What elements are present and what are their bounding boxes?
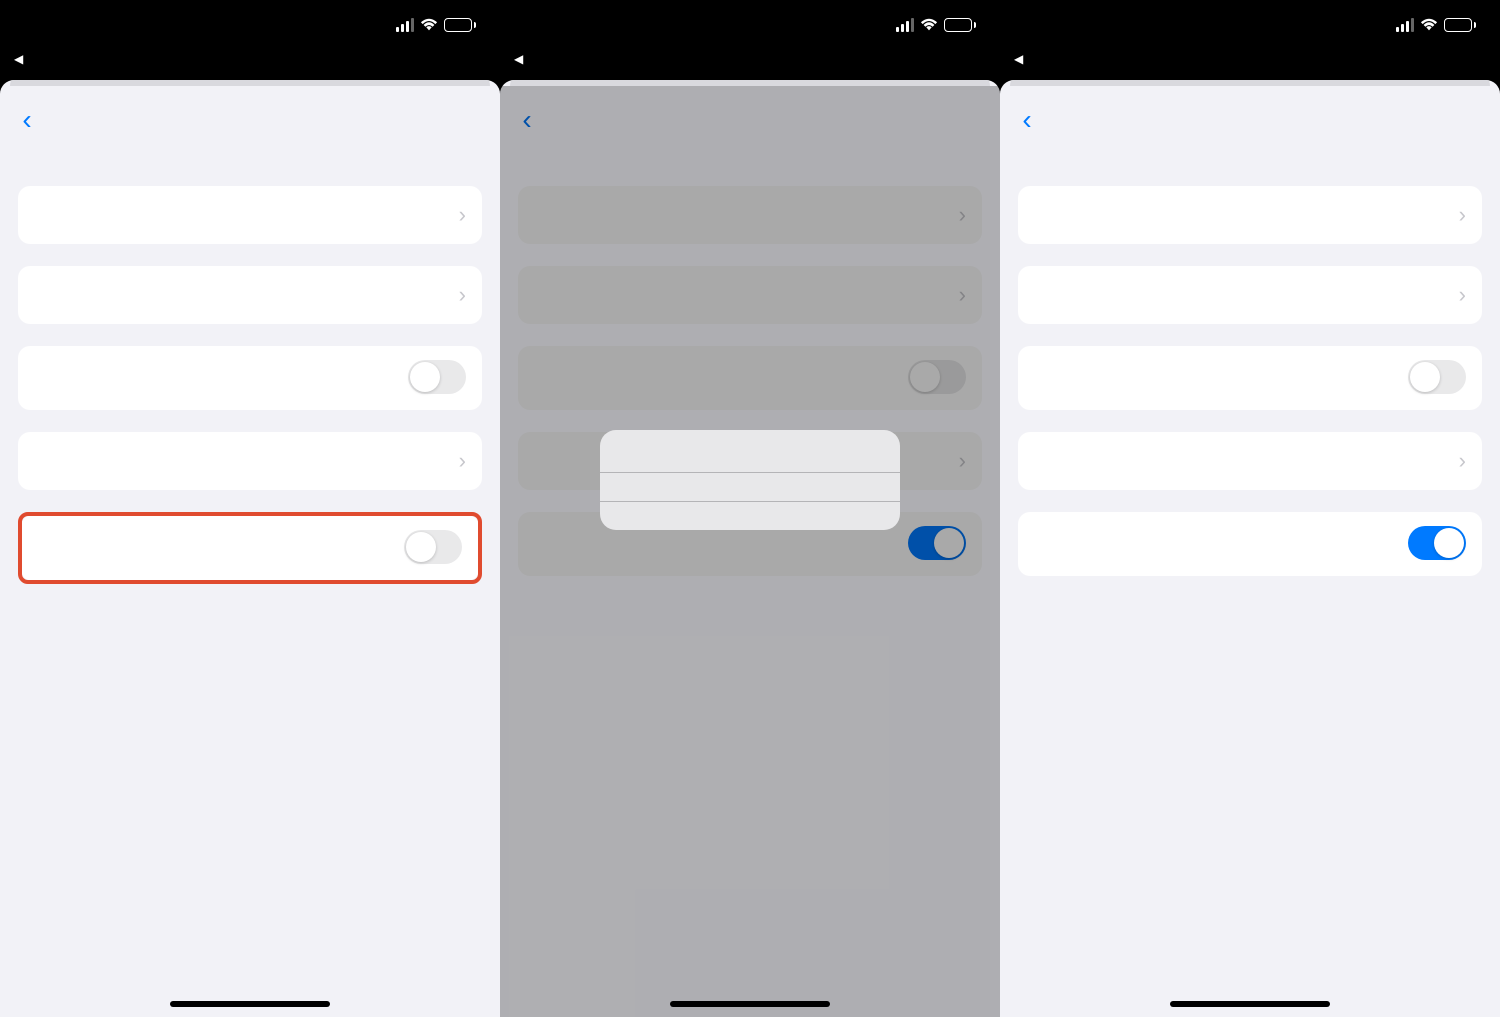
- nav-bar: ‹: [0, 86, 500, 146]
- footer-text: [18, 584, 482, 598]
- row-safe-browsing[interactable]: ›: [1018, 266, 1482, 324]
- group-safe-browsing: ›: [18, 266, 482, 324]
- row-lock-incognito[interactable]: [1018, 512, 1482, 576]
- nav-bar: ‹: [1000, 86, 1500, 146]
- settings-sheet: ‹ › ›: [0, 86, 500, 1017]
- battery-icon: [444, 18, 476, 32]
- https-toggle[interactable]: [408, 360, 466, 394]
- nav-back-button[interactable]: ‹: [1012, 104, 1042, 136]
- row-clear-history[interactable]: ›: [1018, 186, 1482, 244]
- alert-deny-button[interactable]: [600, 472, 900, 501]
- alert-ok-button[interactable]: [600, 501, 900, 530]
- status-bar: [1000, 0, 1500, 50]
- row-lock-incognito[interactable]: [22, 516, 478, 580]
- chevron-right-icon: ›: [459, 282, 466, 308]
- back-triangle-icon: ◀: [1014, 52, 1023, 66]
- nav-back-button[interactable]: ‹: [12, 104, 42, 136]
- settings-sheet: ‹ › ›: [1000, 86, 1500, 1017]
- faceid-permission-alert: [600, 430, 900, 530]
- footer-text: [1018, 576, 1482, 590]
- settings-content: › ›: [0, 146, 500, 598]
- phone-screen-3: ◀ ‹ › ›: [1000, 0, 1500, 1017]
- row-https-toggle[interactable]: [18, 346, 482, 410]
- home-indicator[interactable]: [170, 1001, 330, 1007]
- group-lock-incognito: [1018, 512, 1482, 576]
- back-to-app-link[interactable]: ◀: [500, 50, 1000, 74]
- row-https-toggle[interactable]: [1018, 346, 1482, 410]
- wifi-icon: [420, 18, 438, 32]
- back-triangle-icon: ◀: [14, 52, 23, 66]
- group-lock-incognito: [22, 516, 478, 580]
- status-bar: [500, 0, 1000, 50]
- battery-icon: [944, 18, 976, 32]
- group-clear-history: ›: [18, 186, 482, 244]
- chevron-right-icon: ›: [1459, 202, 1466, 228]
- phone-screen-1: ◀ ‹ › ›: [0, 0, 500, 1017]
- chevron-right-icon: ›: [1459, 448, 1466, 474]
- status-icons: [1396, 18, 1476, 32]
- settings-sheet: ‹ › ›: [500, 86, 1000, 1017]
- row-clear-history[interactable]: ›: [18, 186, 482, 244]
- lock-incognito-toggle[interactable]: [404, 530, 462, 564]
- home-indicator[interactable]: [1170, 1001, 1330, 1007]
- wifi-icon: [920, 18, 938, 32]
- group-https: [1018, 346, 1482, 410]
- cellular-signal-icon: [1396, 18, 1414, 32]
- back-triangle-icon: ◀: [514, 52, 523, 66]
- cellular-signal-icon: [896, 18, 914, 32]
- lock-incognito-toggle[interactable]: [1408, 526, 1466, 560]
- home-indicator[interactable]: [670, 1001, 830, 1007]
- modal-dim-overlay: [500, 86, 1000, 1017]
- chevron-right-icon: ›: [1459, 282, 1466, 308]
- row-safe-browsing[interactable]: ›: [18, 266, 482, 324]
- cellular-signal-icon: [396, 18, 414, 32]
- battery-icon: [1444, 18, 1476, 32]
- https-toggle[interactable]: [1408, 360, 1466, 394]
- back-to-app-link[interactable]: ◀: [0, 50, 500, 74]
- group-safe-browsing: ›: [1018, 266, 1482, 324]
- row-handoff[interactable]: ›: [18, 432, 482, 490]
- status-icons: [896, 18, 976, 32]
- group-handoff: ›: [18, 432, 482, 490]
- status-bar: [0, 0, 500, 50]
- back-to-app-link[interactable]: ◀: [1000, 50, 1500, 74]
- chevron-right-icon: ›: [459, 202, 466, 228]
- chevron-right-icon: ›: [459, 448, 466, 474]
- phone-screen-2: ◀ ‹ › ›: [500, 0, 1000, 1017]
- highlight-annotation: [18, 512, 482, 584]
- row-handoff[interactable]: ›: [1018, 432, 1482, 490]
- group-https: [18, 346, 482, 410]
- wifi-icon: [1420, 18, 1438, 32]
- status-icons: [396, 18, 476, 32]
- group-handoff: ›: [1018, 432, 1482, 490]
- settings-content: › ›: [1000, 146, 1500, 590]
- group-clear-history: ›: [1018, 186, 1482, 244]
